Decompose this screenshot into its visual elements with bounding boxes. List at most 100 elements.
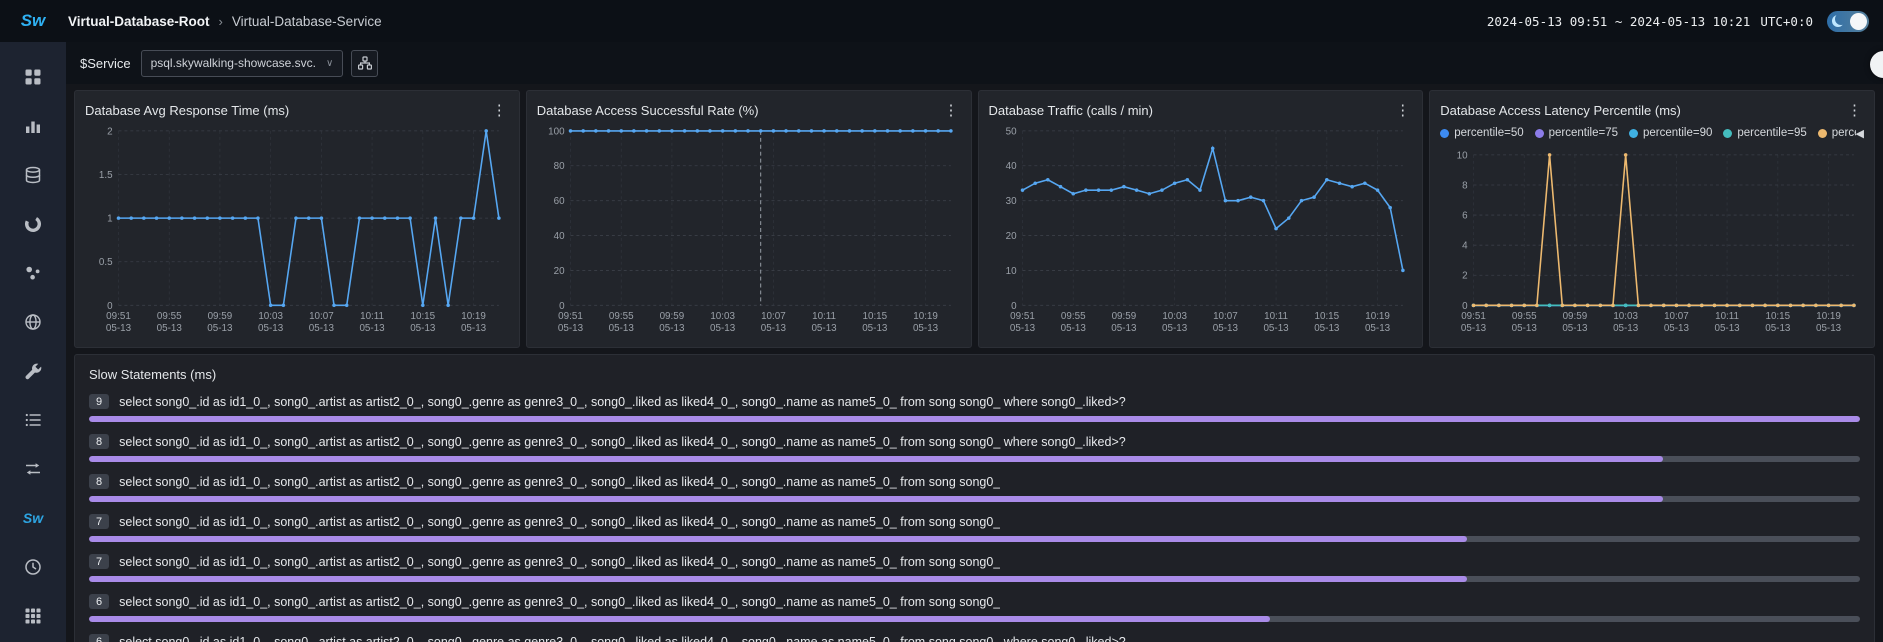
svg-text:10:11: 10:11 [812, 311, 836, 322]
sidebar: Sw [0, 42, 66, 642]
svg-text:05-13: 05-13 [1563, 323, 1589, 334]
svg-text:09:51: 09:51 [1461, 311, 1486, 322]
slow-statements-list: 9 select song0_.id as id1_0_, song0_.arti… [89, 393, 1860, 642]
app-root: Sw Virtual-Database-Root › Virtual-Datab… [0, 0, 1883, 642]
breadcrumb-root[interactable]: Virtual-Database-Root [68, 14, 210, 29]
latency-bar-fill [89, 576, 1467, 582]
slow-statement-row: 9 select song0_.id as id1_0_, song0_.arti… [89, 393, 1860, 422]
svg-text:0: 0 [559, 301, 565, 312]
latency-badge: 8 [89, 434, 109, 449]
svg-text:10:11: 10:11 [1264, 311, 1288, 322]
globe-icon[interactable] [18, 311, 48, 333]
svg-text:05-13: 05-13 [1212, 323, 1238, 334]
slow-statement-row: 8 select song0_.id as id1_0_, song0_.arti… [89, 433, 1860, 462]
clock-icon[interactable] [18, 556, 48, 578]
legend-item[interactable]: percentile=50 [1440, 127, 1523, 139]
header-right: 2024-05-13 09:51 ~ 2024-05-13 10:21 UTC+… [1487, 11, 1883, 32]
svg-text:0: 0 [107, 301, 113, 312]
wrench-icon[interactable] [18, 360, 48, 382]
chart-plot[interactable]: 09:5105-1309:5505-1309:5905-1310:0305-13… [989, 121, 1413, 339]
svg-text:10:15: 10:15 [1766, 311, 1791, 322]
svg-text:05-13: 05-13 [1314, 323, 1340, 334]
svg-text:05-13: 05-13 [1512, 323, 1538, 334]
chart-legend: percentile=50 percentile=75 percentile=90 p… [1440, 121, 1864, 145]
kebab-menu-icon[interactable]: ⋮ [942, 101, 961, 119]
svg-text:8: 8 [1462, 180, 1468, 191]
svg-text:05-13: 05-13 [1613, 323, 1639, 334]
svg-text:05-13: 05-13 [1009, 323, 1035, 334]
latency-bar-track [89, 416, 1860, 422]
donut-chart-icon[interactable] [18, 213, 48, 235]
breadcrumb-current[interactable]: Virtual-Database-Service [232, 14, 382, 29]
main-content: $Service psql.skywalking-showcase.svc. ∨ [66, 42, 1883, 642]
svg-text:05-13: 05-13 [659, 323, 685, 334]
list-icon[interactable] [18, 409, 48, 431]
moon-icon [1832, 15, 1844, 27]
legend-item[interactable]: percentile=75 [1535, 127, 1618, 139]
skywalking-logo[interactable]: Sw [21, 11, 46, 30]
statement-query[interactable]: select song0_.id as id1_0_, song0_.artis… [119, 595, 1000, 609]
chart-plot[interactable]: 09:5105-1309:5505-1309:5905-1310:0305-13… [1440, 145, 1864, 339]
slow-statements-panel: Slow Statements (ms) 9select song0_.id a… [74, 354, 1875, 642]
legend-scroll-left-icon[interactable]: ◀ [1856, 127, 1864, 140]
svg-text:10:15: 10:15 [1314, 311, 1339, 322]
svg-text:10: 10 [1457, 150, 1468, 161]
svg-text:4: 4 [1462, 241, 1468, 252]
svg-text:05-13: 05-13 [1111, 323, 1137, 334]
latency-bar-fill [89, 536, 1467, 542]
dashboard-icon[interactable] [18, 66, 48, 88]
slow-statement-row: 6select song0_.id as id1_0_, song0_.arti… [89, 633, 1860, 642]
statement-query[interactable]: select song0_.id as id1_0_, song0_.artis… [119, 475, 1000, 489]
svg-text:09:51: 09:51 [1010, 311, 1035, 322]
kebab-menu-icon[interactable]: ⋮ [1393, 101, 1412, 119]
database-icon[interactable] [18, 164, 48, 186]
slow-statement-row: 6select song0_.id as id1_0_, song0_.arti… [89, 593, 1860, 622]
svg-text:09:59: 09:59 [659, 311, 684, 322]
shuffle-icon[interactable] [18, 458, 48, 480]
chart-title: Database Access Successful Rate (%) [537, 103, 759, 118]
statement-query[interactable]: select song0_.id as id1_0_, song0_.artis… [119, 635, 1126, 642]
bar-chart-icon[interactable] [18, 115, 48, 137]
svg-text:0: 0 [1011, 301, 1017, 312]
kebab-menu-icon[interactable]: ⋮ [490, 101, 509, 119]
chart-plot[interactable]: 09:5105-1309:5505-1309:5905-1310:0305-13… [85, 121, 509, 339]
statement-query[interactable]: select song0_.id as id1_0_, song0_.artis… [119, 515, 1000, 529]
statement-query[interactable]: select song0_.id as id1_0_, song0_.artis… [119, 555, 1000, 569]
svg-text:2: 2 [1462, 271, 1467, 282]
statement-query[interactable]: select song0_.id as id1_0_, song0_.artis… [119, 435, 1126, 449]
chart-panel-database-traffic-calls-min: Database Traffic (calls / min)⋮09:5105-1… [978, 90, 1424, 348]
latency-badge: 9 [89, 394, 109, 409]
kebab-menu-icon[interactable]: ⋮ [1845, 101, 1864, 119]
legend-item[interactable]: percentile=95 [1723, 127, 1806, 139]
theme-toggle[interactable] [1827, 11, 1869, 32]
breadcrumb-separator-icon: › [219, 14, 223, 29]
service-select[interactable]: psql.skywalking-showcase.svc. ∨ [141, 50, 344, 77]
chart-plot[interactable]: 09:5105-1309:5505-1309:5905-1310:0305-13… [537, 121, 961, 339]
legend-item[interactable]: percentile=90 [1629, 127, 1712, 139]
skywalking-logo[interactable]: Sw [18, 507, 48, 529]
svg-text:05-13: 05-13 [862, 323, 888, 334]
legend-dot-icon [1535, 129, 1544, 138]
svg-text:20: 20 [553, 266, 564, 277]
latency-bar-fill [89, 616, 1270, 622]
svg-text:09:55: 09:55 [1512, 311, 1537, 322]
svg-text:05-13: 05-13 [1715, 323, 1741, 334]
scatter-icon[interactable] [18, 262, 48, 284]
svg-text:60: 60 [553, 196, 564, 207]
svg-text:10:07: 10:07 [309, 311, 334, 322]
apps-icon[interactable] [18, 605, 48, 627]
svg-text:30: 30 [1005, 196, 1016, 207]
latency-bar-track [89, 576, 1860, 582]
floating-action-button[interactable] [1870, 51, 1883, 78]
svg-text:05-13: 05-13 [558, 323, 584, 334]
svg-text:10: 10 [1005, 266, 1016, 277]
time-range-picker[interactable]: 2024-05-13 09:51 ~ 2024-05-13 10:21 [1487, 14, 1750, 29]
svg-text:2: 2 [107, 126, 112, 137]
latency-badge: 7 [89, 514, 109, 529]
topology-button[interactable] [351, 50, 378, 77]
svg-text:05-13: 05-13 [207, 323, 233, 334]
legend-dot-icon [1818, 129, 1827, 138]
chevron-down-icon: ∨ [326, 58, 333, 69]
svg-text:100: 100 [548, 126, 565, 137]
statement-query[interactable]: select song0_.id as id1_0_, song0_.artis… [119, 395, 1126, 409]
